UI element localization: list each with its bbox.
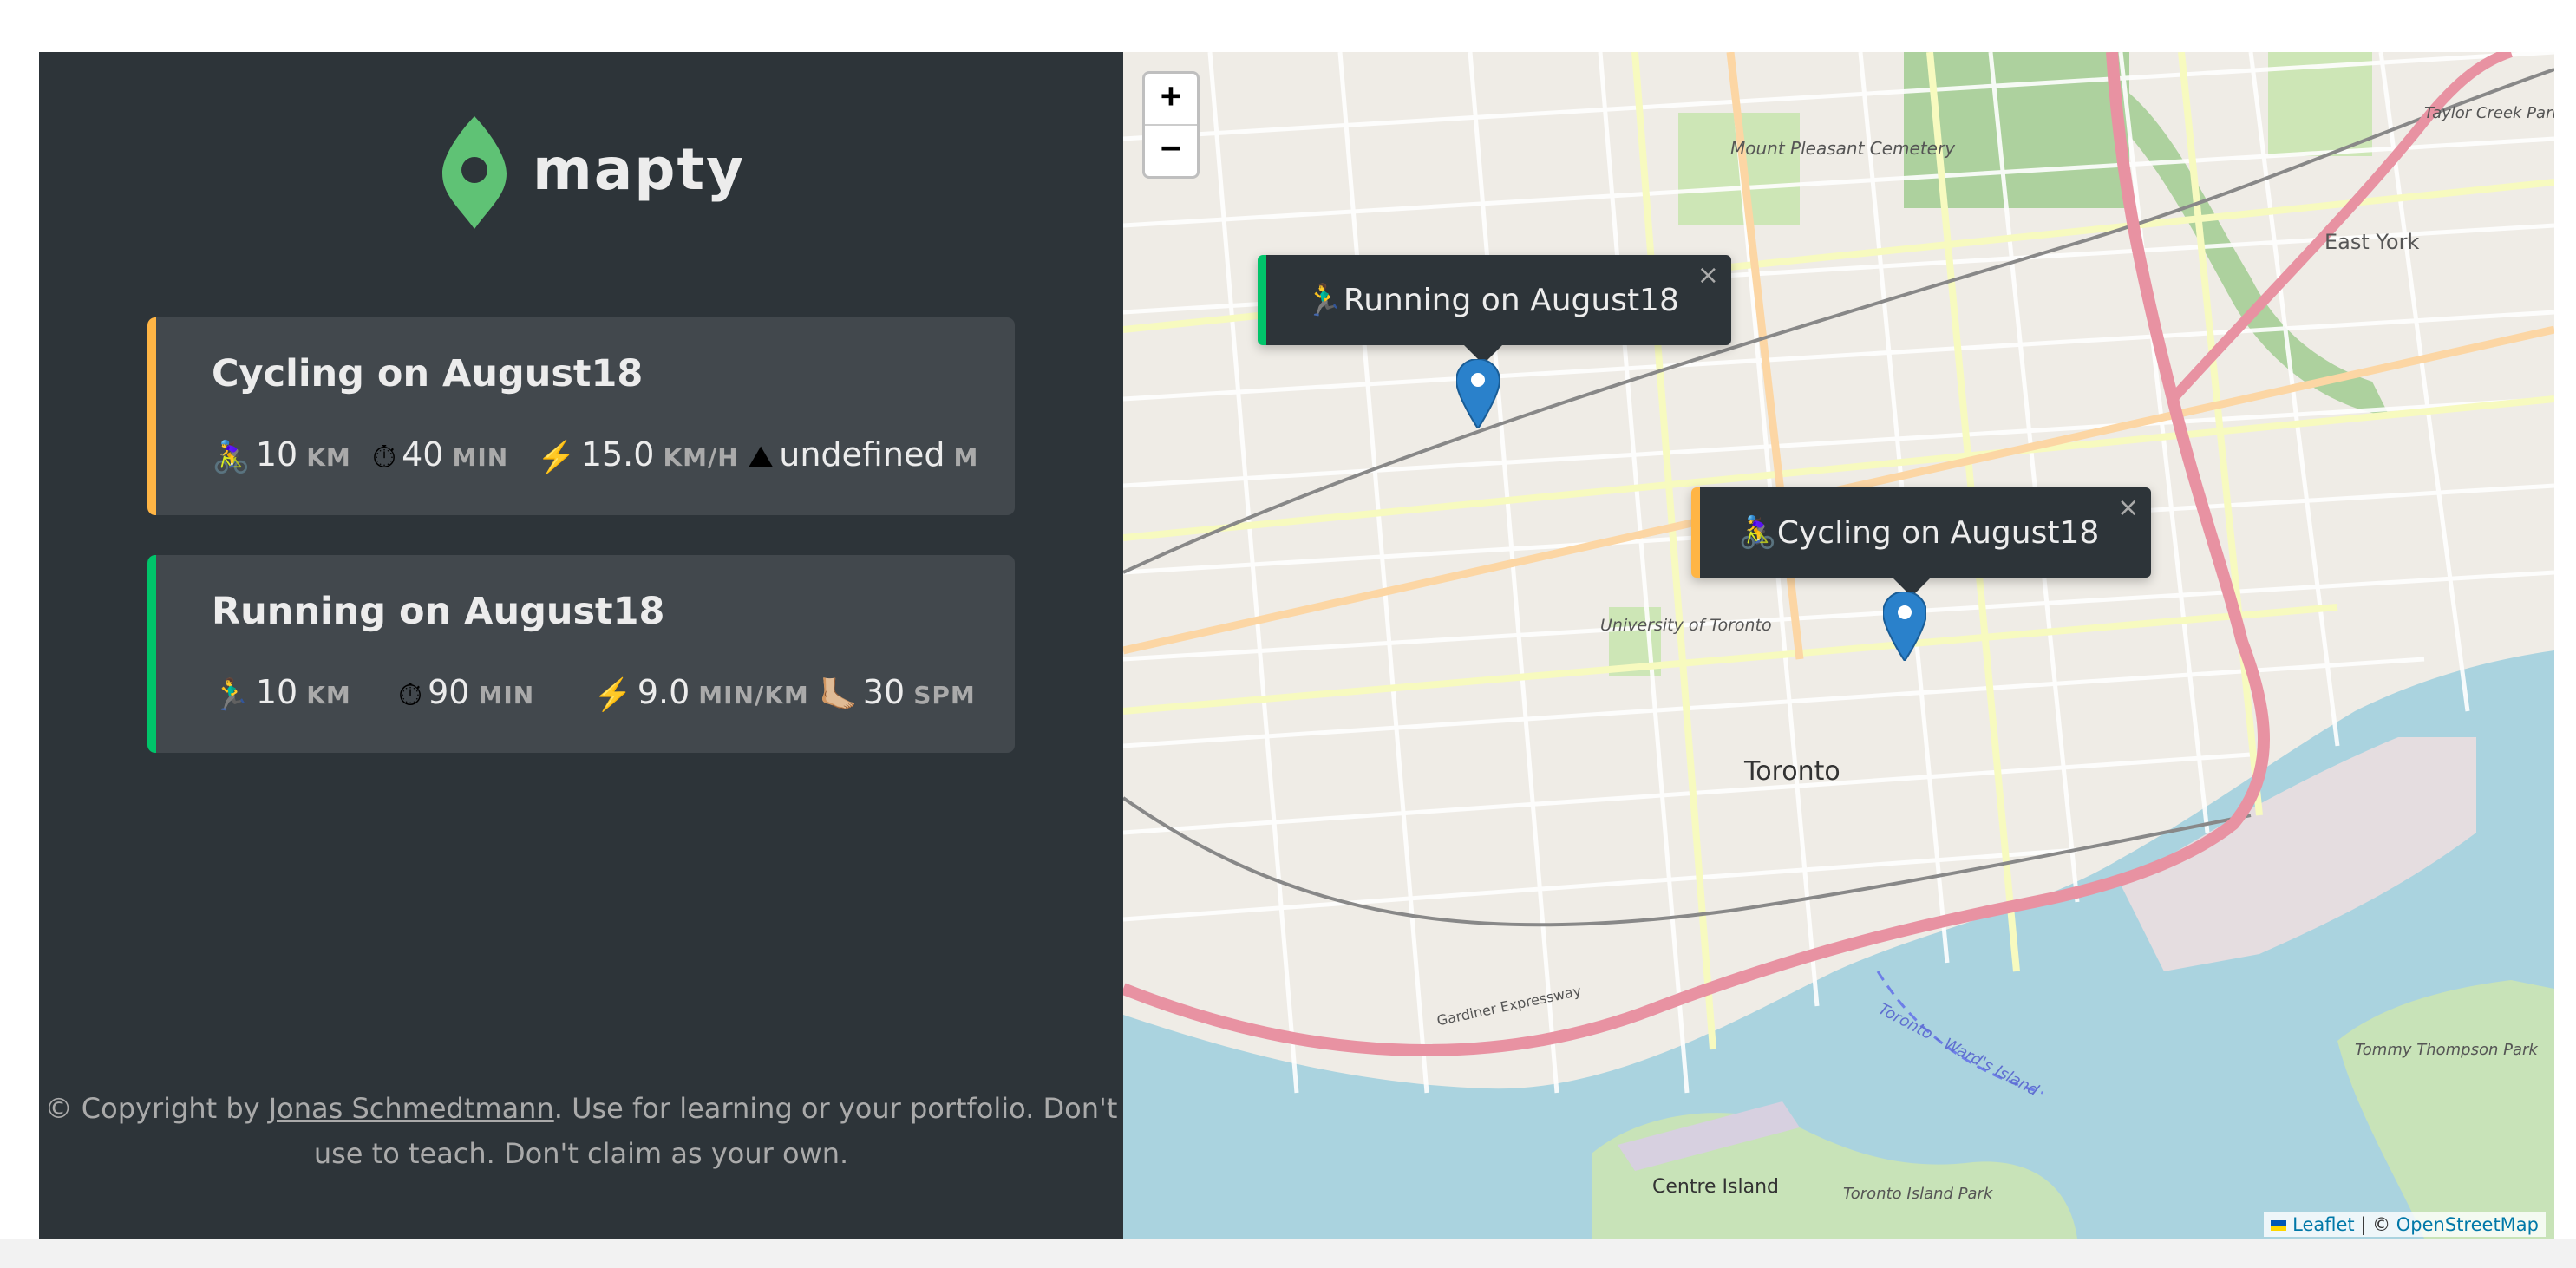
map-label-university: University of Toronto	[1600, 616, 1772, 635]
workout-title: Running on August18	[212, 590, 665, 633]
map[interactable]: Mount Pleasant Cemetery East York Univer…	[1123, 52, 2554, 1239]
ukraine-flag-icon	[2271, 1220, 2287, 1231]
openstreetmap-link[interactable]: OpenStreetMap	[2396, 1214, 2539, 1235]
stopwatch-icon: ⏱	[372, 440, 397, 475]
map-pin-logo-icon	[442, 116, 507, 229]
detail-value: 15.0	[580, 435, 655, 474]
map-label-east-york: East York	[2324, 230, 2420, 254]
lightning-icon: ⚡️	[593, 677, 632, 713]
zoom-in-button[interactable]: +	[1145, 74, 1197, 124]
workout-list: Cycling on August18 🚴‍♀️ 10 km ⏱ 40 min …	[147, 317, 1015, 793]
map-label-mount-pleasant: Mount Pleasant Cemetery	[1730, 138, 1956, 159]
workout-title: Cycling on August18	[212, 352, 644, 395]
author-link[interactable]: Jonas Schmedtmann	[269, 1092, 554, 1125]
workout-detail-duration: ⏱ 90 min	[398, 673, 535, 713]
zoom-out-button[interactable]: −	[1145, 124, 1197, 176]
popup-text: Running on August18	[1343, 282, 1679, 318]
stopwatch-icon: ⏱	[398, 677, 423, 713]
map-label-taylor-creek: Taylor Creek Park	[2424, 104, 2554, 122]
workout-detail-speed: ⚡️ 15.0 km/h	[537, 435, 739, 475]
zoom-control: + −	[1142, 71, 1200, 179]
popup-running[interactable]: 🏃‍♂️ Running on August18 ×	[1258, 255, 1731, 364]
detail-unit: min	[478, 681, 535, 709]
map-marker-running[interactable]	[1456, 359, 1500, 428]
sidebar: mapty Cycling on August18 🚴‍♀️ 10 km ⏱ 4…	[39, 52, 1123, 1239]
attribution-separator: | ©	[2354, 1214, 2396, 1235]
detail-value: 90	[428, 673, 470, 711]
map-attribution: Leaflet | © OpenStreetMap	[2264, 1212, 2546, 1237]
cyclist-icon: 🚴‍♀️	[1738, 515, 1777, 551]
workout-detail-cadence: 🦶🏼 30 spm	[819, 673, 976, 713]
workout-detail-distance: 🚴‍♀️ 10 km	[212, 435, 351, 475]
workout-detail-duration: ⏱ 40 min	[372, 435, 509, 475]
mountain-icon: ⛰	[748, 440, 775, 475]
app-container: mapty Cycling on August18 🚴‍♀️ 10 km ⏱ 4…	[39, 52, 2554, 1239]
detail-value: 30	[862, 673, 906, 711]
brand-name: mapty	[533, 135, 746, 203]
logo: mapty	[442, 116, 745, 229]
map-label-centre-island: Centre Island	[1652, 1176, 1780, 1198]
detail-unit: km	[306, 443, 351, 472]
detail-unit: min/km	[698, 681, 809, 709]
workout-card-running[interactable]: Running on August18 🏃‍♂️ 10 km ⏱ 90 min …	[147, 555, 1015, 753]
workout-card-cycling[interactable]: Cycling on August18 🚴‍♀️ 10 km ⏱ 40 min …	[147, 317, 1015, 515]
detail-unit: min	[452, 443, 509, 472]
footprint-icon: 🦶🏼	[819, 677, 858, 713]
runner-icon: 🏃‍♂️	[1304, 283, 1344, 318]
workout-detail-distance: 🏃‍♂️ 10 km	[212, 673, 351, 713]
popup-cycling[interactable]: 🚴‍♀️ Cycling on August18 ×	[1691, 487, 2152, 597]
workout-details: 🚴‍♀️ 10 km ⏱ 40 min ⚡️ 15.0 km/h	[212, 435, 1010, 487]
map-label-tommy-thompson: Tommy Thompson Park	[2355, 1041, 2538, 1059]
popup-text: Cycling on August18	[1776, 514, 2100, 551]
map-label-toronto-island-park: Toronto Island Park	[1843, 1185, 1993, 1203]
runner-icon: 🏃‍♂️	[212, 677, 251, 713]
detail-value: 10	[255, 673, 298, 711]
lightning-icon: ⚡️	[537, 440, 576, 475]
popup-close-button[interactable]: ×	[2117, 493, 2139, 523]
detail-unit: spm	[913, 681, 976, 709]
detail-unit: m	[953, 443, 979, 472]
workout-details: 🏃‍♂️ 10 km ⏱ 90 min ⚡️ 9.0 min/km	[212, 673, 1010, 725]
page-bottom-strip	[0, 1239, 2576, 1268]
cyclist-icon: 🚴‍♀️	[212, 440, 251, 475]
copyright-notice: © Copyright by Jonas Schmedtmann. Use fo…	[39, 1086, 1123, 1176]
detail-value: undefined	[779, 435, 945, 474]
popup-close-button[interactable]: ×	[1697, 260, 1719, 291]
detail-value: 9.0	[637, 673, 690, 711]
detail-unit: km	[306, 681, 351, 709]
leaflet-link[interactable]: Leaflet	[2292, 1214, 2355, 1235]
map-marker-cycling[interactable]	[1883, 592, 1926, 661]
workout-detail-pace: ⚡️ 9.0 min/km	[593, 673, 809, 713]
copyright-prefix: © Copyright by	[44, 1092, 269, 1125]
workout-detail-elevation: ⛰ undefined m	[748, 435, 979, 475]
map-label-toronto: Toronto	[1744, 756, 1840, 787]
detail-value: 10	[255, 435, 298, 474]
detail-unit: km/h	[663, 443, 739, 472]
detail-value: 40	[402, 435, 444, 474]
